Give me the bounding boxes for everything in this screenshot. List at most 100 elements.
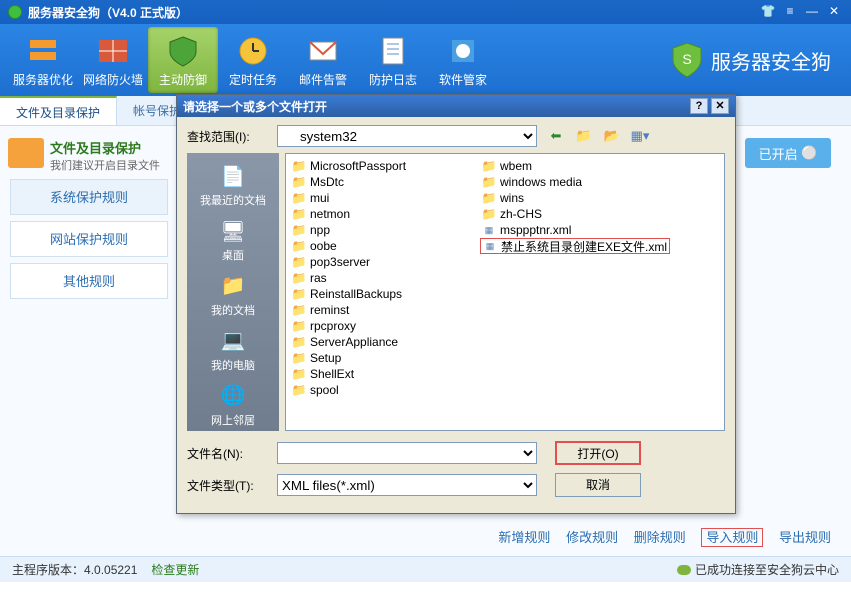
rule-btn-other[interactable]: 其他规则: [10, 263, 168, 299]
file-item[interactable]: ▦msppptnr.xml: [480, 222, 670, 238]
folder-item[interactable]: 📁 MicrosoftPassport: [290, 158, 480, 174]
check-update-link[interactable]: 检查更新: [151, 561, 199, 578]
minimize-icon[interactable]: —: [803, 4, 821, 20]
switch-label: 已开启: [759, 144, 798, 163]
section-title-text: 文件及目录保护: [50, 138, 160, 157]
dialog-close-icon[interactable]: ✕: [711, 98, 729, 114]
nav-view-icon[interactable]: ▦▾: [631, 127, 649, 145]
folder-icon: 📁: [292, 160, 306, 173]
file-item[interactable]: ▦禁止系统目录创建EXE文件.xml: [480, 238, 670, 254]
tool-software[interactable]: 软件管家: [428, 27, 498, 93]
place-desktop[interactable]: 🖥桌面: [191, 214, 275, 267]
link-delete-rule[interactable]: 删除规则: [634, 530, 686, 545]
tool-firewall[interactable]: 网络防火墙: [78, 27, 148, 93]
lookup-combo[interactable]: system32: [277, 125, 537, 147]
folder-item[interactable]: 📁ReinstallBackups: [290, 286, 480, 302]
place-computer[interactable]: 💻我的电脑: [191, 323, 275, 376]
tool-active-defense[interactable]: 主动防御: [148, 27, 218, 93]
folder-item[interactable]: 📁wbem: [480, 158, 670, 174]
folder-item[interactable]: 📁rpcproxy: [290, 318, 480, 334]
dialog-help-icon[interactable]: ?: [690, 98, 708, 114]
file-name: netmon: [310, 207, 350, 221]
nav-newfolder-icon[interactable]: 📂: [603, 127, 621, 145]
desktop-icon: 🖥: [217, 217, 249, 245]
folder-icon: 📁: [482, 192, 496, 205]
computer-icon: 💻: [217, 327, 249, 355]
brand: S 服务器安全狗: [671, 42, 831, 78]
folder-item[interactable]: 📁pop3server: [290, 254, 480, 270]
svg-text:S: S: [682, 51, 691, 67]
place-documents[interactable]: 📁我的文档: [191, 269, 275, 322]
network-icon: 🌐: [217, 382, 249, 410]
filename-label: 文件名(N):: [187, 445, 277, 462]
folder-icon: 📁: [292, 288, 306, 301]
file-name: zh-CHS: [500, 207, 542, 221]
folder-icon: 📁: [292, 384, 306, 397]
place-recent[interactable]: 📄我最近的文档: [191, 159, 275, 212]
cancel-button[interactable]: 取消: [555, 473, 641, 497]
folder-icon: 📁: [292, 368, 306, 381]
folder-item[interactable]: 📁 spool: [290, 382, 480, 398]
folder-item[interactable]: 📁windows media: [480, 174, 670, 190]
folder-item[interactable]: 📁reminst: [290, 302, 480, 318]
link-export-rule[interactable]: 导出规则: [779, 530, 831, 545]
rule-action-links: 新增规则 修改规则 删除规则 导入规则 导出规则: [486, 527, 831, 546]
close-icon[interactable]: ✕: [825, 4, 843, 20]
file-list[interactable]: 📁MicrosoftPassport📁MsDtc📁mui📁netmon📁npp📁…: [285, 153, 725, 431]
folder-item[interactable]: 📁ShellExt: [290, 366, 480, 382]
app-title: 服务器安全狗（V4.0 正式版）: [28, 4, 755, 21]
nav-back-icon[interactable]: ⬅: [547, 127, 565, 145]
file-name: mui: [310, 191, 329, 205]
folder-item[interactable]: 📁ras: [290, 270, 480, 286]
tool-mail-alert[interactable]: 邮件告警: [288, 27, 358, 93]
filetype-combo[interactable]: XML files(*.xml): [277, 474, 537, 496]
folder-item[interactable]: 📁Setup: [290, 350, 480, 366]
brand-shield-icon: S: [671, 42, 703, 78]
folder-icon: 📁: [292, 320, 306, 333]
folder-item[interactable]: 📁 npp: [290, 222, 480, 238]
places-bar: 📄我最近的文档 🖥桌面 📁我的文档 💻我的电脑 🌐网上邻居: [187, 153, 279, 431]
file-name: spool: [310, 383, 339, 397]
tool-server-optimize[interactable]: 服务器优化: [8, 27, 78, 93]
folder-item[interactable]: 📁ServerAppliance: [290, 334, 480, 350]
file-name: npp: [310, 223, 330, 237]
tool-protect-log[interactable]: 防护日志: [358, 27, 428, 93]
tool-label: 防护日志: [369, 71, 417, 88]
file-name: oobe: [310, 239, 337, 253]
link-add-rule[interactable]: 新增规则: [498, 530, 550, 545]
link-import-rule[interactable]: 导入规则: [701, 528, 763, 547]
menu-icon[interactable]: ≡: [781, 4, 799, 20]
folder-item[interactable]: 📁netmon: [290, 206, 480, 222]
xml-file-icon: ▦: [483, 240, 497, 253]
folder-item[interactable]: 📁zh-CHS: [480, 206, 670, 222]
nav-up-icon[interactable]: 📁: [575, 127, 593, 145]
open-button[interactable]: 打开(O): [555, 441, 641, 465]
folder-item[interactable]: 📁MsDtc: [290, 174, 480, 190]
file-name: reminst: [310, 303, 349, 317]
link-edit-rule[interactable]: 修改规则: [566, 530, 618, 545]
main-toolbar: 服务器优化 网络防火墙 主动防御 定时任务 邮件告警 防护日志 软件管家 S 服…: [0, 24, 851, 96]
folder-icon: 📁: [292, 224, 306, 237]
rule-btn-website[interactable]: 网站保护规则: [10, 221, 168, 257]
skin-icon[interactable]: 👕: [759, 4, 777, 20]
file-name: MicrosoftPassport: [310, 159, 406, 173]
protect-switch[interactable]: 已开启 ⚪: [745, 138, 831, 168]
file-open-dialog: 请选择一个或多个文件打开 ? ✕ 查找范围(I): system32 ⬅ 📁 📂…: [176, 94, 736, 514]
file-name: pop3server: [310, 255, 370, 269]
version-text: 主程序版本：4.0.05221: [12, 561, 137, 578]
filename-combo[interactable]: [277, 442, 537, 464]
folder-item[interactable]: 📁mui: [290, 190, 480, 206]
tab-file-dir-protect[interactable]: 文件及目录保护: [0, 96, 117, 125]
tool-label: 软件管家: [439, 71, 487, 88]
documents-icon: 📁: [217, 272, 249, 300]
folder-icon: 📁: [482, 160, 496, 173]
file-name: Setup: [310, 351, 341, 365]
folder-icon: 📁: [292, 272, 306, 285]
tool-label: 定时任务: [229, 71, 277, 88]
lookup-label: 查找范围(I):: [187, 128, 277, 145]
rule-btn-system[interactable]: 系统保护规则: [10, 179, 168, 215]
place-network[interactable]: 🌐网上邻居: [191, 378, 275, 431]
folder-item[interactable]: 📁oobe: [290, 238, 480, 254]
tool-scheduled[interactable]: 定时任务: [218, 27, 288, 93]
folder-item[interactable]: 📁wins: [480, 190, 670, 206]
